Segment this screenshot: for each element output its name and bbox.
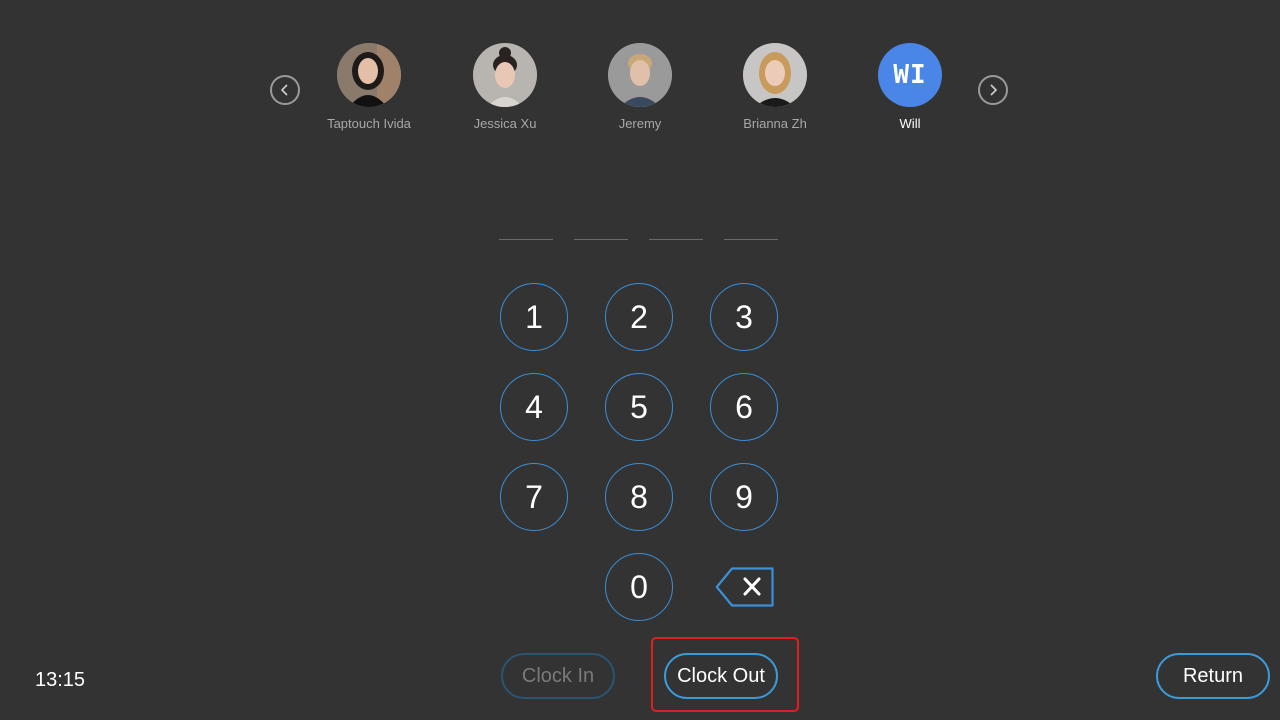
key-4[interactable]: 4 (500, 373, 568, 441)
key-3[interactable]: 3 (710, 283, 778, 351)
pin-entry (499, 239, 778, 240)
pin-slot (574, 239, 628, 240)
key-6[interactable]: 6 (710, 373, 778, 441)
user-name: Will (899, 116, 921, 131)
clock-out-button[interactable]: Clock Out (664, 653, 778, 699)
backspace-icon (715, 567, 774, 607)
user-name: Taptouch Ivida (327, 116, 411, 131)
clock-in-button[interactable]: Clock In (501, 653, 615, 699)
carousel-prev-button[interactable] (270, 75, 300, 105)
return-button[interactable]: Return (1156, 653, 1270, 699)
user-taptouch-ivida[interactable]: Taptouch Ivida (304, 43, 434, 131)
avatar (473, 43, 537, 107)
key-9[interactable]: 9 (710, 463, 778, 531)
avatar (337, 43, 401, 107)
avatar (608, 43, 672, 107)
key-8[interactable]: 8 (605, 463, 673, 531)
user-jessica-xu[interactable]: Jessica Xu (440, 43, 570, 131)
user-brianna-zh[interactable]: Brianna Zh (710, 43, 840, 131)
user-name: Brianna Zh (743, 116, 807, 131)
key-0[interactable]: 0 (605, 553, 673, 621)
pin-slot (649, 239, 703, 240)
key-1[interactable]: 1 (500, 283, 568, 351)
carousel-next-button[interactable] (978, 75, 1008, 105)
pin-slot (724, 239, 778, 240)
chevron-left-icon (280, 84, 288, 96)
clock-screen: Taptouch Ivida Jessica Xu Jeremy Brianna… (0, 0, 1280, 720)
user-name: Jessica Xu (473, 116, 537, 131)
key-7[interactable]: 7 (500, 463, 568, 531)
user-jeremy[interactable]: Jeremy (575, 43, 705, 131)
user-will[interactable]: WI Will (845, 43, 975, 131)
avatar (743, 43, 807, 107)
chevron-right-icon (990, 84, 998, 96)
key-5[interactable]: 5 (605, 373, 673, 441)
key-2[interactable]: 2 (605, 283, 673, 351)
pin-slot (499, 239, 553, 240)
backspace-button[interactable] (715, 567, 775, 607)
current-time: 13:15 (35, 669, 86, 691)
avatar-initials: WI (878, 43, 942, 107)
user-name: Jeremy (618, 116, 662, 131)
